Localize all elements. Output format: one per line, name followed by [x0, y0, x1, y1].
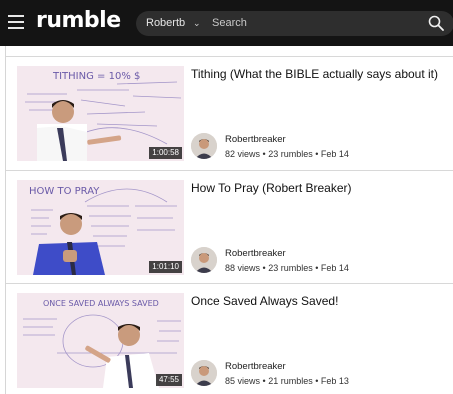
- search-input[interactable]: Search: [212, 11, 247, 36]
- video-item[interactable]: HOW TO PRAY 1:01:10 How To Pray (Robert …: [6, 180, 453, 278]
- video-item[interactable]: TITHING = 10% $ 1:00:58 Tithing (What th…: [6, 66, 453, 164]
- channel-avatar[interactable]: [191, 360, 217, 386]
- search-icon[interactable]: [428, 15, 444, 31]
- rumble-count: 21 rumbles: [268, 376, 313, 386]
- view-count: 82 views: [225, 149, 261, 159]
- channel-avatar[interactable]: [191, 133, 217, 159]
- channel-filter-select[interactable]: Robertb: [146, 11, 185, 36]
- separator-dot: •: [262, 149, 266, 159]
- divider: [6, 56, 453, 57]
- divider: [6, 170, 453, 171]
- rumble-logo[interactable]: rumble: [36, 8, 121, 33]
- view-count: 88 views: [225, 263, 261, 273]
- video-duration: 1:00:58: [149, 147, 182, 159]
- video-item[interactable]: ONCE SAVED ALWAYS SAVED 47:55 Once Saved: [6, 293, 453, 391]
- thumb-heading: HOW TO PRAY: [29, 186, 100, 197]
- video-title[interactable]: How To Pray (Robert Breaker): [191, 181, 451, 196]
- channel-avatar[interactable]: [191, 247, 217, 273]
- video-feed: TITHING = 10% $ 1:00:58 Tithing (What th…: [5, 46, 453, 394]
- video-title[interactable]: Once Saved Always Saved!: [191, 294, 451, 309]
- hamburger-menu-icon[interactable]: [8, 15, 24, 29]
- channel-name[interactable]: Robertbreaker: [225, 361, 286, 372]
- separator-dot: •: [315, 149, 319, 159]
- divider: [6, 283, 453, 284]
- rumble-count: 23 rumbles: [268, 263, 313, 273]
- video-meta: 88 views • 23 rumbles • Feb 14: [225, 263, 349, 273]
- upload-date: Feb 13: [320, 376, 349, 386]
- chevron-down-icon[interactable]: ⌄: [193, 11, 201, 36]
- upload-date: Feb 14: [320, 263, 349, 273]
- channel-name[interactable]: Robertbreaker: [225, 134, 286, 145]
- video-duration: 1:01:10: [149, 261, 182, 273]
- separator-dot: •: [315, 263, 319, 273]
- separator-dot: •: [262, 263, 266, 273]
- top-nav-bar: rumble Robertb ⌄ Search: [0, 0, 453, 46]
- upload-date: Feb 14: [320, 149, 349, 159]
- app-frame: rumble Robertb ⌄ Search TITHING = 10% $: [0, 0, 453, 394]
- channel-name[interactable]: Robertbreaker: [225, 248, 286, 259]
- video-title[interactable]: Tithing (What the BIBLE actually says ab…: [191, 67, 451, 82]
- thumb-heading: ONCE SAVED ALWAYS SAVED: [43, 299, 159, 308]
- video-thumbnail[interactable]: HOW TO PRAY 1:01:10: [17, 180, 184, 275]
- video-meta: 85 views • 21 rumbles • Feb 13: [225, 376, 349, 386]
- view-count: 85 views: [225, 376, 261, 386]
- video-thumbnail[interactable]: ONCE SAVED ALWAYS SAVED 47:55: [17, 293, 184, 388]
- search-bar[interactable]: Robertb ⌄ Search: [136, 11, 453, 36]
- separator-dot: •: [262, 376, 266, 386]
- video-thumbnail[interactable]: TITHING = 10% $ 1:00:58: [17, 66, 184, 161]
- thumb-heading: TITHING = 10% $: [52, 71, 140, 82]
- video-duration: 47:55: [155, 374, 182, 386]
- video-meta: 82 views • 23 rumbles • Feb 14: [225, 149, 349, 159]
- separator-dot: •: [315, 376, 319, 386]
- rumble-count: 23 rumbles: [268, 149, 313, 159]
